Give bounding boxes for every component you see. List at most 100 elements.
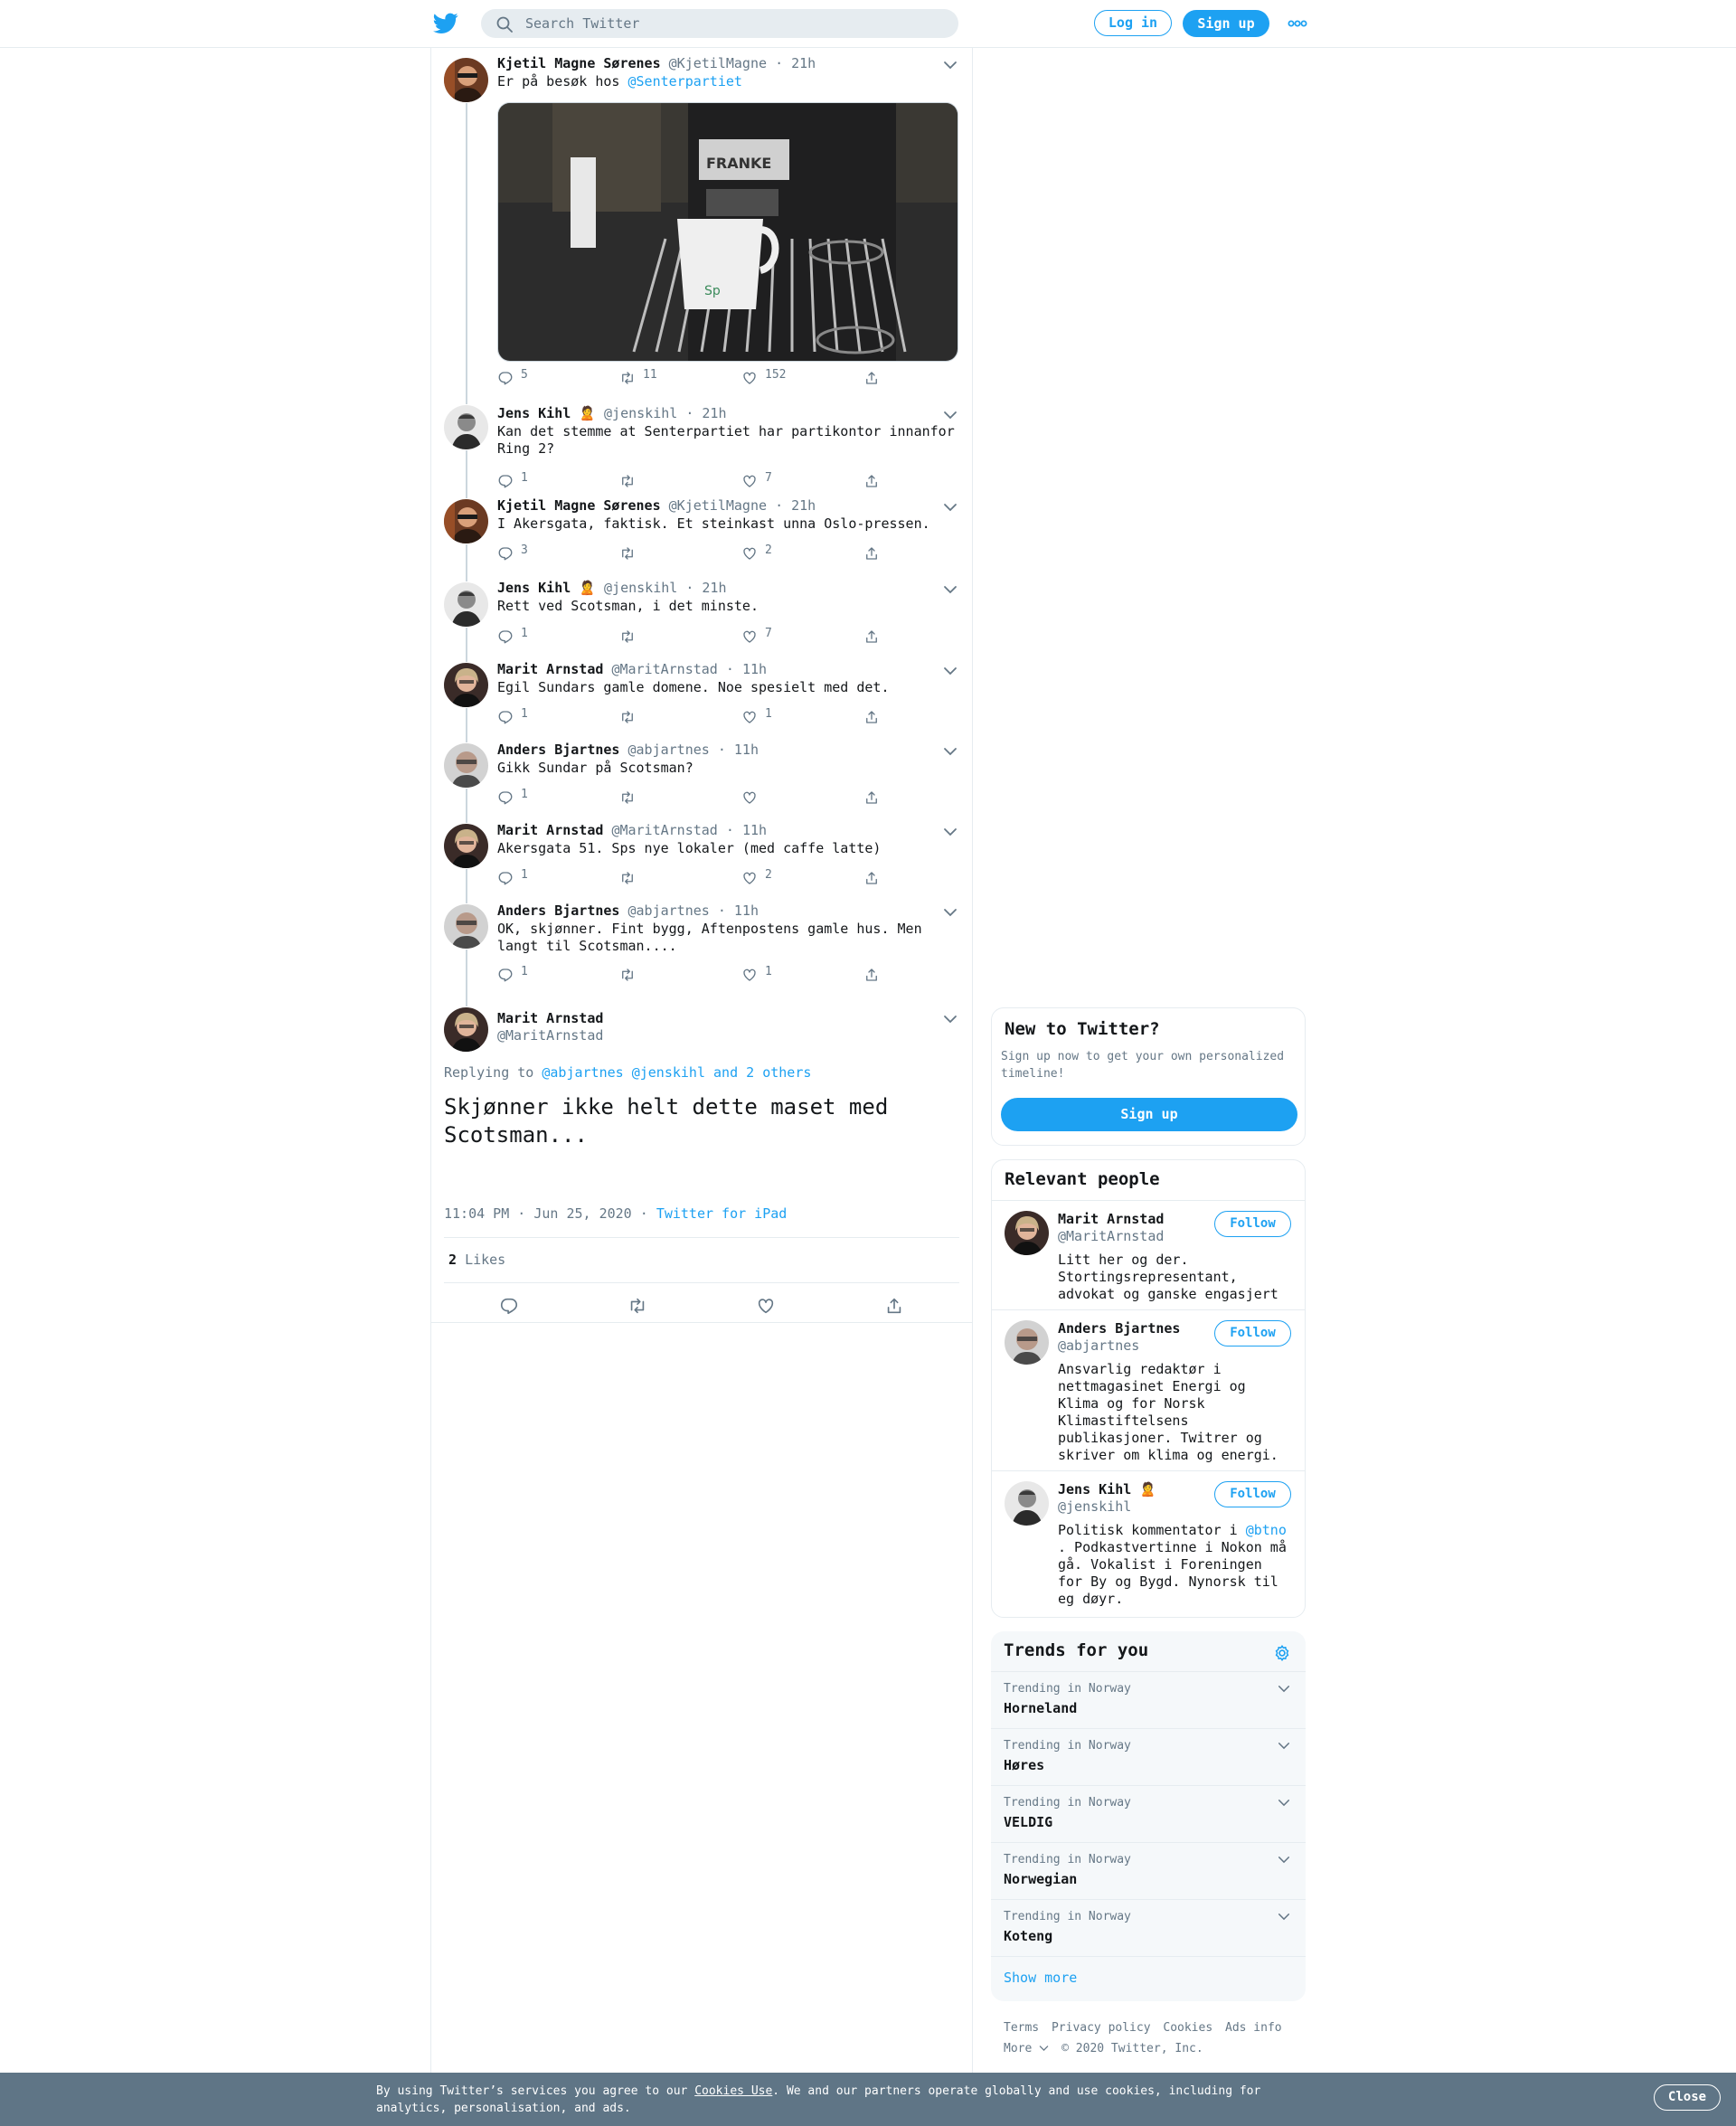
- footer-link-ads-info[interactable]: Ads info: [1225, 2021, 1282, 2035]
- thread-tweet[interactable]: Kjetil Magne Sørenes @KjetilMagne · 21h …: [431, 47, 972, 400]
- avatar[interactable]: [444, 1007, 488, 1052]
- gear-icon[interactable]: [1273, 1644, 1291, 1662]
- author-name[interactable]: Marit Arnstad: [497, 822, 603, 838]
- follow-button[interactable]: Follow: [1214, 1481, 1291, 1507]
- author-handle[interactable]: @KjetilMagne: [669, 55, 767, 71]
- author-handle[interactable]: @jenskihl: [604, 580, 677, 596]
- show-more-link[interactable]: Show more: [1004, 1970, 1077, 1986]
- search-input[interactable]: [525, 9, 941, 38]
- thread-tweet[interactable]: Anders Bjartnes @abjartnes · 11h OK, skj…: [431, 896, 972, 1002]
- author-handle[interactable]: @KjetilMagne: [669, 497, 767, 514]
- share-icon[interactable]: [884, 1296, 904, 1316]
- footer-more[interactable]: More: [1004, 2042, 1049, 2055]
- heart-icon[interactable]: [756, 1296, 776, 1316]
- author-name[interactable]: Kjetil Magne Sørenes: [497, 55, 661, 71]
- follow-button[interactable]: Follow: [1214, 1211, 1291, 1237]
- thread-tweet[interactable]: Marit Arnstad @MaritArnstad · 11h Egil S…: [431, 655, 972, 735]
- follow-button[interactable]: Follow: [1214, 1320, 1291, 1346]
- avatar[interactable]: [444, 499, 488, 543]
- person-name[interactable]: Marit Arnstad: [1058, 1211, 1164, 1227]
- trend-item[interactable]: Trending in Norway Norwegian: [991, 1842, 1306, 1900]
- sign-up-button[interactable]: Sign up: [1183, 10, 1269, 37]
- tweet-photo[interactable]: FRANKE Sp: [497, 102, 958, 362]
- retweet-icon[interactable]: [627, 1296, 647, 1316]
- author-name[interactable]: Marit Arnstad: [497, 661, 603, 677]
- avatar[interactable]: [444, 904, 488, 949]
- avatar[interactable]: [444, 582, 488, 627]
- tweet-time[interactable]: 21h: [702, 405, 726, 421]
- chevron-down-icon[interactable]: [943, 1015, 958, 1024]
- chevron-down-icon[interactable]: [943, 61, 958, 70]
- avatar[interactable]: [444, 743, 488, 788]
- author-handle[interactable]: @jenskihl: [604, 405, 677, 421]
- author-name[interactable]: Kjetil Magne Sørenes: [497, 497, 661, 514]
- avatar[interactable]: [444, 58, 488, 102]
- author-handle[interactable]: @MaritArnstad: [611, 661, 717, 677]
- tweet-source[interactable]: Twitter for iPad: [656, 1205, 788, 1222]
- avatar[interactable]: [444, 405, 488, 449]
- tweet-time[interactable]: 21h: [791, 497, 816, 514]
- log-in-button[interactable]: Log in: [1094, 10, 1172, 36]
- chevron-down-icon[interactable]: [1278, 1799, 1290, 1807]
- footer-link-privacy[interactable]: Privacy policy: [1052, 2021, 1151, 2035]
- person-handle[interactable]: @jenskihl: [1058, 1498, 1131, 1515]
- thread-tweet[interactable]: Kjetil Magne Sørenes @KjetilMagne · 21h …: [431, 492, 972, 573]
- person-name[interactable]: Anders Bjartnes: [1058, 1320, 1180, 1337]
- author-name[interactable]: Anders Bjartnes: [497, 742, 619, 758]
- chevron-down-icon[interactable]: [1278, 1856, 1290, 1864]
- chevron-down-icon[interactable]: [1278, 1913, 1290, 1921]
- thread-tweet[interactable]: Anders Bjartnes @abjartnes · 11h Gikk Su…: [431, 735, 972, 816]
- person-item[interactable]: Marit Arnstad @MaritArnstad Follow Litt …: [992, 1200, 1305, 1310]
- avatar[interactable]: [444, 663, 488, 707]
- chevron-down-icon[interactable]: [943, 747, 958, 756]
- tweet-time[interactable]: 21h: [791, 55, 816, 71]
- author-name[interactable]: Anders Bjartnes: [497, 902, 619, 919]
- tweet-time[interactable]: 21h: [702, 580, 726, 596]
- author-handle[interactable]: @MaritArnstad: [611, 822, 717, 838]
- tweet-time[interactable]: 11h: [734, 742, 759, 758]
- author-handle[interactable]: @abjartnes: [628, 902, 710, 919]
- thread-tweet[interactable]: Jens Kihl 🙎 @jenskihl · 21h Kan det stem…: [431, 394, 972, 492]
- chevron-down-icon[interactable]: [1278, 1685, 1290, 1693]
- twitter-bird-logo-icon[interactable]: [433, 12, 458, 35]
- chevron-down-icon[interactable]: [943, 503, 958, 512]
- chevron-down-icon[interactable]: [1278, 1742, 1290, 1750]
- chevron-down-icon[interactable]: [943, 827, 958, 836]
- likes-stat[interactable]: 2 Likes: [448, 1252, 505, 1268]
- person-handle[interactable]: @abjartnes: [1058, 1337, 1139, 1354]
- close-button[interactable]: Close: [1654, 2084, 1721, 2111]
- tweet-timestamp[interactable]: 11:04 PM · Jun 25, 2020: [444, 1205, 632, 1222]
- tweet-time[interactable]: 11h: [742, 822, 767, 838]
- reply-icon[interactable]: [499, 1296, 519, 1316]
- trend-item[interactable]: Trending in Norway Høres: [991, 1728, 1306, 1786]
- footer-link-cookies[interactable]: Cookies: [1163, 2021, 1212, 2035]
- chevron-down-icon[interactable]: [943, 585, 958, 594]
- author-name[interactable]: Jens Kihl: [497, 405, 571, 421]
- chevron-down-icon[interactable]: [943, 908, 958, 917]
- tweet-time[interactable]: 11h: [734, 902, 759, 919]
- search-box[interactable]: [481, 9, 958, 38]
- mention-link[interactable]: @btno: [1246, 1522, 1287, 1538]
- author-name[interactable]: Marit Arnstad: [497, 1010, 603, 1026]
- author-handle[interactable]: @MaritArnstad: [497, 1027, 603, 1044]
- person-name[interactable]: Jens Kihl 🙎: [1058, 1481, 1156, 1498]
- avatar[interactable]: [1005, 1320, 1049, 1365]
- trend-item[interactable]: Trending in Norway VELDIG: [991, 1785, 1306, 1843]
- avatar[interactable]: [1005, 1481, 1049, 1526]
- avatar[interactable]: [444, 824, 488, 868]
- person-item[interactable]: Jens Kihl 🙎 @jenskihl Follow Politisk ko…: [992, 1470, 1305, 1618]
- mention-link[interactable]: @Senterpartiet: [628, 73, 742, 90]
- replying-to-users[interactable]: @abjartnes @jenskihl and 2 others: [542, 1064, 811, 1081]
- avatar[interactable]: [1005, 1211, 1049, 1255]
- author-name[interactable]: Jens Kihl: [497, 580, 571, 596]
- thread-tweet[interactable]: Marit Arnstad @MaritArnstad · 11h Akersg…: [431, 816, 972, 896]
- sign-up-large-button[interactable]: Sign up: [1001, 1098, 1297, 1131]
- cookies-use-link[interactable]: Cookies Use: [694, 2084, 772, 2098]
- author-handle[interactable]: @abjartnes: [628, 742, 710, 758]
- trend-item[interactable]: Trending in Norway Koteng: [991, 1899, 1306, 1957]
- tweet-time[interactable]: 11h: [742, 661, 767, 677]
- thread-tweet[interactable]: Jens Kihl 🙎 @jenskihl · 21h Rett ved Sco…: [431, 573, 972, 655]
- person-item[interactable]: Anders Bjartnes @abjartnes Follow Ansvar…: [992, 1309, 1305, 1471]
- chevron-down-icon[interactable]: [943, 411, 958, 420]
- trend-item[interactable]: Trending in Norway Horneland: [991, 1671, 1306, 1729]
